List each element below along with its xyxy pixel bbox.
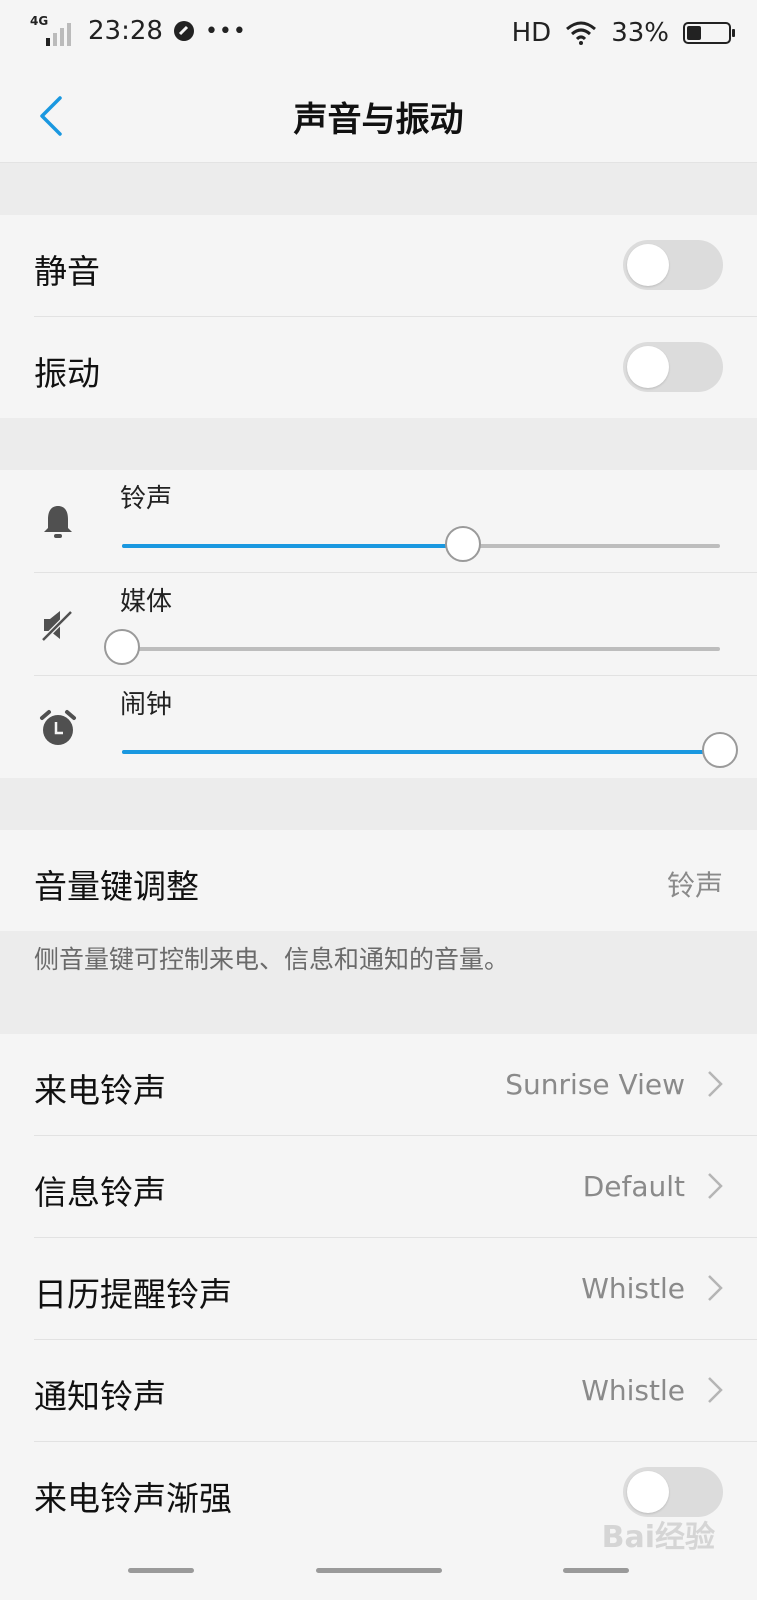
status-time: 23:28 <box>88 16 163 46</box>
list-item[interactable]: 日历提醒铃声 Whistle <box>0 1238 757 1339</box>
battery-icon <box>683 22 735 44</box>
speaker-muted-icon <box>40 609 74 643</box>
alarm-volume-slider[interactable] <box>122 732 738 768</box>
alarm-volume-label: 闹钟 <box>120 690 173 720</box>
list-item[interactable]: 来电铃声 Sunrise View <box>0 1034 757 1135</box>
notification-ringtone-label: 通知铃声 <box>34 1377 166 1416</box>
mute-row: 静音 <box>0 215 757 316</box>
chevron-right-icon <box>708 1071 723 1097</box>
cellular-signal-icon: 4G <box>30 14 78 46</box>
chevron-right-icon <box>708 1173 723 1199</box>
mute-label: 静音 <box>34 252 100 291</box>
watermark-logo: Bai经验 <box>601 1520 715 1555</box>
section-gap <box>0 778 757 830</box>
nav-home-button[interactable] <box>316 1568 442 1573</box>
vibrate-label: 振动 <box>34 354 100 393</box>
fade-in-label: 来电铃声渐强 <box>34 1479 232 1518</box>
media-volume-slider[interactable] <box>104 629 720 665</box>
ringtone-volume-slider[interactable] <box>122 526 720 562</box>
status-bar: 4G 23:28 ••• HD 33% <box>0 0 757 68</box>
volume-key-label: 音量键调整 <box>34 867 199 906</box>
status-left: 4G 23:28 ••• <box>30 14 247 46</box>
mute-toggle[interactable] <box>623 240 723 290</box>
alarm-clock-icon <box>40 710 76 745</box>
page-title: 声音与振动 <box>293 100 464 140</box>
notification-app-icon <box>173 21 194 41</box>
volume-key-row[interactable]: 音量键调整 铃声 <box>0 830 757 931</box>
slider-fill <box>122 544 463 548</box>
message-ringtone-value: Default <box>582 1170 685 1203</box>
bell-icon <box>44 506 72 538</box>
section-gap <box>0 163 757 215</box>
calendar-ringtone-value: Whistle <box>581 1272 685 1305</box>
ringtone-volume-label: 铃声 <box>120 484 173 514</box>
notification-ringtone-value: Whistle <box>581 1374 685 1407</box>
incoming-ringtone-value: Sunrise View <box>505 1068 685 1101</box>
nav-back-button[interactable] <box>563 1568 629 1573</box>
incoming-ringtone-label: 来电铃声 <box>34 1071 166 1110</box>
fade-in-toggle[interactable] <box>623 1467 723 1517</box>
slider-thumb[interactable] <box>444 526 481 562</box>
chevron-right-icon <box>708 1377 723 1403</box>
vibrate-toggle[interactable] <box>623 342 723 392</box>
section-gap <box>0 418 757 470</box>
network-type: 4G <box>30 14 49 28</box>
status-right: HD 33% <box>511 18 735 48</box>
vibrate-row: 振动 <box>0 317 757 418</box>
slider-fill <box>122 750 720 754</box>
battery-percent: 33% <box>611 18 669 48</box>
chevron-right-icon <box>708 1275 723 1301</box>
media-volume-row: 媒体 <box>0 573 757 675</box>
volume-key-value: 铃声 <box>666 869 723 902</box>
media-volume-label: 媒体 <box>120 587 173 617</box>
calendar-ringtone-label: 日历提醒铃声 <box>34 1275 232 1314</box>
slider-thumb[interactable] <box>104 629 140 665</box>
wifi-icon <box>566 21 597 45</box>
list-item[interactable]: 信息铃声 Default <box>0 1136 757 1237</box>
alarm-volume-row: 闹钟 <box>0 676 757 778</box>
message-ringtone-label: 信息铃声 <box>34 1173 166 1212</box>
ringtone-volume-row: 铃声 <box>0 470 757 572</box>
volume-key-note: 侧音量键可控制来电、信息和通知的音量。 <box>34 945 510 974</box>
slider-thumb[interactable] <box>702 732 738 768</box>
hd-indicator: HD <box>511 18 552 48</box>
more-notifications-icon: ••• <box>204 18 247 44</box>
list-item[interactable]: 通知铃声 Whistle <box>0 1340 757 1441</box>
nav-menu-button[interactable] <box>128 1568 194 1573</box>
header-bar: 声音与振动 <box>0 68 757 163</box>
